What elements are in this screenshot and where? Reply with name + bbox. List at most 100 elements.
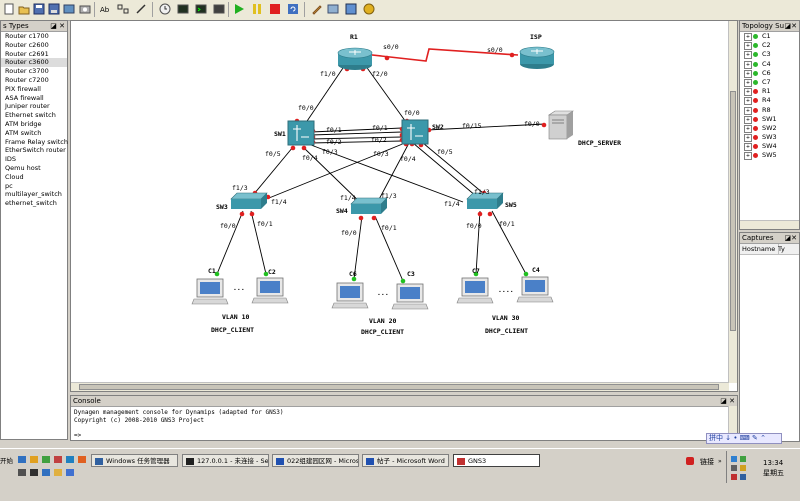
export-icon[interactable] bbox=[62, 2, 76, 16]
panel-float-close-icon[interactable]: ◪✕ bbox=[785, 233, 797, 243]
topology-node-item[interactable]: + C2 bbox=[740, 41, 799, 51]
node-type-item[interactable]: pc bbox=[1, 182, 67, 191]
switch-sw2-icon[interactable] bbox=[401, 119, 429, 145]
panel-float-close-icon[interactable]: ◪✕ bbox=[785, 21, 797, 31]
switch-sw3-icon[interactable] bbox=[230, 192, 268, 209]
panel-float-close-icon[interactable]: ◪ ✕ bbox=[720, 396, 735, 406]
node-type-item[interactable]: Router c3700 bbox=[1, 67, 67, 76]
topology-node-item[interactable]: + SW2 bbox=[740, 124, 799, 133]
terminal-icon[interactable] bbox=[194, 2, 208, 16]
expand-icon[interactable]: + bbox=[744, 152, 752, 161]
node-type-item[interactable]: EtherSwitch router bbox=[1, 146, 67, 155]
expand-icon[interactable]: + bbox=[744, 78, 752, 87]
topology-node-item[interactable]: + C4 bbox=[740, 60, 799, 69]
node-type-item[interactable]: Ethernet switch bbox=[1, 111, 67, 120]
node-type-item[interactable]: Router c2691 bbox=[1, 50, 67, 59]
topology-node-item[interactable]: + C7 bbox=[740, 78, 799, 87]
node-type-item[interactable]: Cloud bbox=[1, 173, 67, 182]
task-button-word-doc-1[interactable]: 022组建园区网 - Micros... bbox=[272, 454, 359, 467]
topology-node-item[interactable]: + R8 bbox=[740, 106, 799, 115]
expand-icon[interactable]: + bbox=[744, 124, 752, 133]
chevron-icon[interactable]: » bbox=[718, 458, 722, 465]
server-icon[interactable] bbox=[548, 110, 574, 140]
task-button-remote-session[interactable]: 127.0.0.1 - 未连接 - Se... bbox=[182, 454, 269, 467]
node-type-item[interactable]: Router c3600 bbox=[1, 58, 67, 68]
pc-icon[interactable] bbox=[516, 276, 554, 303]
expand-icon[interactable]: + bbox=[744, 106, 752, 115]
expand-icon[interactable]: + bbox=[744, 42, 752, 51]
language-bar[interactable]: 拼中 ↓ • ⌨ ✎ ⌃ bbox=[706, 433, 782, 444]
type-column-header[interactable]: Ty bbox=[778, 244, 785, 254]
node-type-item[interactable]: IDS bbox=[1, 155, 67, 164]
hostname-column-header[interactable]: Hostname bbox=[742, 244, 780, 254]
expand-icon[interactable]: + bbox=[744, 97, 752, 106]
links-toolbar[interactable]: 链接 bbox=[700, 457, 714, 467]
pc-icon[interactable] bbox=[191, 278, 229, 305]
node-type-item[interactable]: ATM switch bbox=[1, 129, 67, 138]
open-project-icon[interactable] bbox=[17, 2, 31, 16]
router-isp-icon[interactable] bbox=[519, 46, 555, 69]
topology-node-item[interactable]: + SW3 bbox=[740, 133, 799, 143]
snapshot-icon[interactable] bbox=[78, 2, 92, 16]
panel-float-close-icon[interactable]: ◪ ✕ bbox=[50, 21, 65, 31]
insert-picture-icon[interactable] bbox=[326, 2, 340, 16]
expand-icon[interactable]: + bbox=[744, 33, 752, 41]
task-button-task-manager[interactable]: Windows 任务管理器 bbox=[91, 454, 178, 467]
topology-panel-scrollbar[interactable] bbox=[740, 220, 799, 229]
switch-sw1-icon[interactable] bbox=[287, 120, 315, 146]
notification-icon[interactable] bbox=[686, 457, 694, 465]
node-type-item[interactable]: Juniper router bbox=[1, 102, 67, 111]
topology-node-item[interactable]: + SW4 bbox=[740, 142, 799, 152]
node-type-item[interactable]: ethernet_switch bbox=[1, 199, 67, 208]
topology-node-item[interactable]: + R4 bbox=[740, 96, 799, 106]
node-type-item[interactable]: ATM bridge bbox=[1, 120, 67, 129]
task-button-gns3[interactable]: GNS3 bbox=[453, 454, 540, 467]
node-type-item[interactable]: Router c7200 bbox=[1, 76, 67, 85]
suspend-all-icon[interactable] bbox=[250, 2, 264, 16]
console-prompt[interactable]: => bbox=[74, 432, 734, 440]
router-r1-icon[interactable] bbox=[337, 47, 373, 70]
pc-icon[interactable] bbox=[456, 277, 494, 304]
stop-all-icon[interactable] bbox=[268, 2, 282, 16]
node-type-item[interactable]: PIX firewall bbox=[1, 85, 67, 94]
node-type-item[interactable]: Qemu host bbox=[1, 164, 67, 173]
save-as-icon[interactable] bbox=[47, 2, 61, 16]
add-note-icon[interactable] bbox=[310, 2, 324, 16]
aux-console-icon[interactable] bbox=[212, 2, 226, 16]
topology-node-item[interactable]: + C6 bbox=[740, 69, 799, 78]
save-project-icon[interactable] bbox=[32, 2, 46, 16]
expand-icon[interactable]: + bbox=[744, 88, 752, 97]
topology-canvas[interactable]: R1 ISP SW1 SW2 SW3 SW4 SW5 DHCP_SERVER C… bbox=[70, 20, 738, 392]
node-type-item[interactable]: multilayer_switch bbox=[1, 190, 67, 199]
add-link-icon[interactable] bbox=[134, 2, 148, 16]
console-output[interactable]: Dynagen management console for Dynamips … bbox=[71, 407, 737, 441]
new-project-icon[interactable] bbox=[2, 2, 16, 16]
node-type-item[interactable]: Frame Relay switch bbox=[1, 138, 68, 147]
task-button-word-doc-2[interactable]: 帖子 - Microsoft Word bbox=[362, 454, 449, 467]
topology-node-item[interactable]: + C3 bbox=[740, 50, 799, 60]
canvas-horizontal-scrollbar[interactable] bbox=[71, 382, 729, 391]
pc-icon[interactable] bbox=[331, 282, 369, 309]
expand-icon[interactable]: + bbox=[744, 115, 752, 124]
draw-rectangle-icon[interactable] bbox=[344, 2, 358, 16]
topology-node-item[interactable]: + SW1 bbox=[740, 115, 799, 124]
idle-pc-icon[interactable] bbox=[158, 2, 172, 16]
start-button[interactable]: 开始 bbox=[0, 455, 13, 467]
node-type-item[interactable]: Router c1700 bbox=[1, 32, 67, 41]
expand-icon[interactable]: + bbox=[744, 51, 752, 60]
reload-all-icon[interactable] bbox=[286, 2, 300, 16]
pc-icon[interactable] bbox=[251, 277, 289, 304]
pc-icon[interactable] bbox=[391, 283, 429, 310]
show-hostnames-icon[interactable]: Ab bbox=[98, 2, 112, 16]
show-interfaces-icon[interactable] bbox=[116, 2, 130, 16]
expand-icon[interactable]: + bbox=[744, 134, 752, 143]
node-type-item[interactable]: Router c2600 bbox=[1, 41, 67, 50]
start-all-icon[interactable] bbox=[232, 2, 246, 16]
topology-node-item[interactable]: + C1 bbox=[740, 32, 799, 41]
node-type-item[interactable]: ASA firewall bbox=[1, 94, 67, 103]
expand-icon[interactable]: + bbox=[744, 143, 752, 152]
draw-ellipse-icon[interactable] bbox=[362, 2, 376, 16]
expand-icon[interactable]: + bbox=[744, 60, 752, 69]
console-all-icon[interactable] bbox=[176, 2, 190, 16]
canvas-vertical-scrollbar[interactable] bbox=[728, 21, 737, 383]
